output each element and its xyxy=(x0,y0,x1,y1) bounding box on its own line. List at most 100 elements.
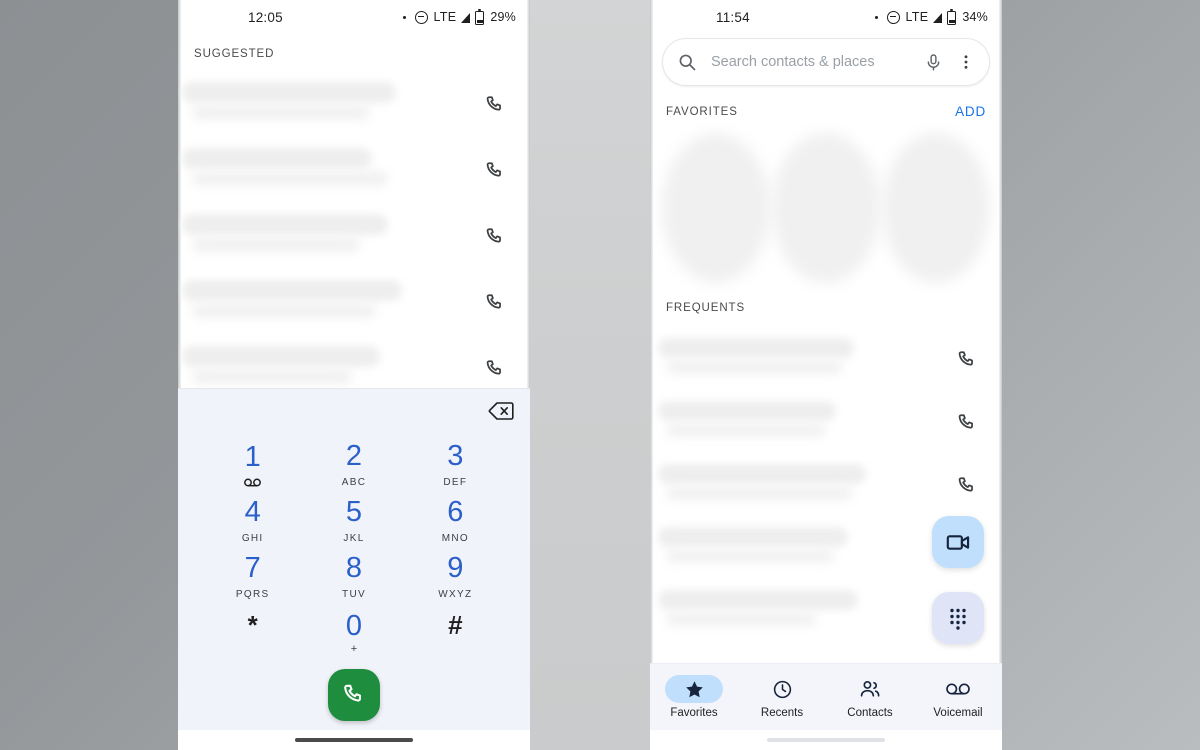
signal-icon xyxy=(933,13,943,23)
list-item[interactable] xyxy=(178,138,530,204)
do-not-disturb-icon xyxy=(415,10,429,24)
signal-icon xyxy=(461,13,471,23)
contact-name-redacted xyxy=(182,148,372,169)
search-input-placeholder[interactable]: Search contacts & places xyxy=(711,54,924,70)
contact-name-redacted xyxy=(182,280,402,301)
dial-key-3-letters: DEF xyxy=(443,477,468,488)
dial-key-5-letters: JKL xyxy=(343,533,365,544)
left-phone-screen: 12:05 LTE 29% SUGGESTED 1 2 ABC 3 DEF 4 … xyxy=(178,0,530,750)
contact-subtitle-redacted xyxy=(192,369,352,384)
dial-key-6[interactable]: 6 MNO xyxy=(405,493,506,549)
dial-key-0[interactable]: 0 + xyxy=(303,605,404,661)
dial-key-8-digit: 8 xyxy=(345,552,363,584)
dial-key-2[interactable]: 2 ABC xyxy=(303,437,404,493)
contact-subtitle-redacted xyxy=(666,423,826,437)
nav-item-recents[interactable]: Recents xyxy=(738,675,826,719)
voicemail-icon xyxy=(244,477,262,488)
battery-icon xyxy=(475,9,485,25)
phone-call-icon[interactable] xyxy=(484,292,506,314)
list-item[interactable] xyxy=(178,204,530,270)
left-status-icons: LTE 29% xyxy=(403,9,516,25)
contact-subtitle-redacted xyxy=(192,171,388,186)
more-vert-icon[interactable] xyxy=(957,53,975,71)
nav-item-favorites[interactable]: Favorites xyxy=(650,675,738,719)
phone-call-icon[interactable] xyxy=(484,94,506,116)
add-favorite-button[interactable]: ADD xyxy=(955,104,986,119)
dial-key-7-letters: PQRS xyxy=(235,589,270,600)
microphone-icon[interactable] xyxy=(924,53,943,72)
dial-key-3[interactable]: 3 DEF xyxy=(405,437,506,493)
dial-key-6-letters: MNO xyxy=(441,533,469,544)
left-status-network: LTE xyxy=(433,10,457,24)
list-item[interactable] xyxy=(178,270,530,336)
contact-subtitle-redacted xyxy=(192,303,376,318)
phone-call-icon[interactable] xyxy=(956,412,978,434)
phone-call-icon[interactable] xyxy=(956,475,978,497)
phone-call-icon[interactable] xyxy=(484,358,506,380)
gesture-handle[interactable] xyxy=(767,738,885,742)
dial-key-9[interactable]: 9 WXYZ xyxy=(405,549,506,605)
avatar[interactable] xyxy=(662,133,770,283)
contact-subtitle-redacted xyxy=(666,360,842,374)
gesture-handle[interactable] xyxy=(295,738,413,742)
list-item[interactable] xyxy=(650,454,1002,517)
list-item[interactable] xyxy=(650,328,1002,391)
contact-subtitle-redacted xyxy=(666,549,834,563)
nav-label-contacts: Contacts xyxy=(847,707,893,719)
dial-key-8[interactable]: 8 TUV xyxy=(303,549,404,605)
list-item[interactable] xyxy=(650,391,1002,454)
list-item[interactable] xyxy=(178,72,530,138)
contact-name-redacted xyxy=(658,401,836,421)
contact-name-redacted xyxy=(182,82,396,103)
dial-key-8-letters: TUV xyxy=(342,589,366,600)
avatar[interactable] xyxy=(882,133,990,283)
call-button[interactable] xyxy=(328,669,380,721)
dial-key-3-digit: 3 xyxy=(447,440,464,472)
contact-subtitle-redacted xyxy=(192,105,370,120)
video-call-fab[interactable] xyxy=(932,516,984,568)
battery-icon xyxy=(947,9,957,25)
dial-key-4[interactable]: 4 GHI xyxy=(202,493,303,549)
dialpad-fab[interactable] xyxy=(932,592,984,644)
video-camera-icon xyxy=(946,534,969,550)
voicemail-icon xyxy=(929,675,987,703)
phone-call-icon[interactable] xyxy=(956,349,978,371)
dial-key-0-digit: 0 xyxy=(345,609,363,642)
nav-item-contacts[interactable]: Contacts xyxy=(826,675,914,719)
nav-item-voicemail[interactable]: Voicemail xyxy=(914,675,1002,719)
phone-call-icon xyxy=(344,684,361,702)
right-phone-screen: 11:54 LTE 34% Search contacts & places F… xyxy=(650,0,1002,750)
nav-label-voicemail: Voicemail xyxy=(933,707,983,719)
favorites-header-row: FAVORITES ADD xyxy=(650,86,1002,119)
right-status-bar: 11:54 LTE 34% xyxy=(650,0,1002,34)
search-icon xyxy=(677,52,697,72)
dial-key-4-letters: GHI xyxy=(241,533,264,544)
dial-entry-row[interactable] xyxy=(178,389,530,435)
dial-key-star[interactable]: * xyxy=(202,605,303,661)
dial-key-1-digit: 1 xyxy=(244,440,261,473)
do-not-disturb-icon xyxy=(887,10,901,24)
dial-key-1[interactable]: 1 xyxy=(202,437,303,493)
phone-call-icon[interactable] xyxy=(484,160,506,182)
right-status-battery-percent: 34% xyxy=(962,10,988,24)
favorites-grid xyxy=(650,125,1002,300)
left-status-bar: 12:05 LTE 29% xyxy=(178,0,530,34)
dial-key-5-digit: 5 xyxy=(345,496,363,528)
right-status-icons: LTE 34% xyxy=(875,9,988,25)
dial-key-4-digit: 4 xyxy=(244,496,261,528)
right-gesture-nav-bar xyxy=(650,730,1002,750)
left-status-time: 12:05 xyxy=(248,9,283,25)
contact-name-redacted xyxy=(182,346,380,367)
clock-icon xyxy=(753,675,811,703)
dial-key-7[interactable]: 7 PQRS xyxy=(202,549,303,605)
dial-key-hash[interactable]: # xyxy=(405,605,506,661)
dial-key-5[interactable]: 5 JKL xyxy=(303,493,404,549)
contact-name-redacted xyxy=(658,338,854,358)
backspace-icon[interactable] xyxy=(488,400,514,422)
search-bar[interactable]: Search contacts & places xyxy=(662,38,990,86)
left-status-battery-percent: 29% xyxy=(490,10,516,24)
avatar[interactable] xyxy=(772,133,880,283)
phone-call-icon[interactable] xyxy=(484,226,506,248)
contact-subtitle-redacted xyxy=(192,237,360,252)
contact-name-redacted xyxy=(658,590,858,610)
